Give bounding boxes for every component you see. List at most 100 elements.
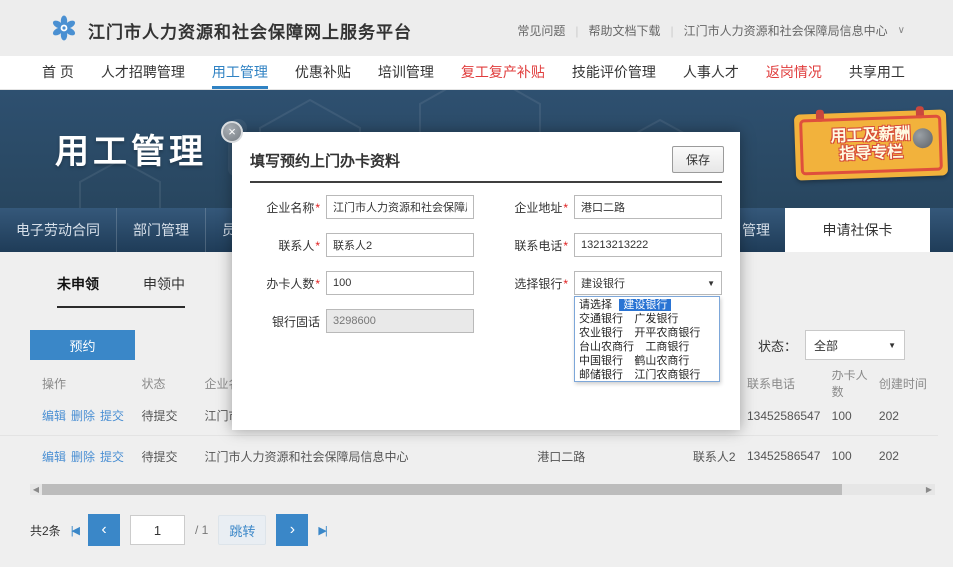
bank-select[interactable]: 建设银行 ▼ <box>574 271 722 295</box>
delete-link[interactable]: 删除 <box>71 407 95 424</box>
nav-skill-eval[interactable]: 技能评价管理 <box>572 56 656 89</box>
nav-home[interactable]: 首 页 <box>42 56 74 89</box>
required-mark: * <box>315 277 320 291</box>
company-input[interactable] <box>326 195 474 219</box>
contact-input[interactable] <box>326 233 474 257</box>
row-phone: 13452586547 <box>747 409 832 423</box>
subtab-partial[interactable]: 管理 <box>742 208 770 252</box>
page-total: / 1 <box>195 523 208 537</box>
top-links: 常见问题 | 帮助文档下载 | 江门市人力资源和社会保障局信息中心 ∨ <box>517 22 905 39</box>
required-mark: * <box>315 239 320 253</box>
col-status: 状态 <box>141 375 204 392</box>
phone-input[interactable] <box>574 233 722 257</box>
chevron-down-icon[interactable]: ∨ <box>898 25 905 36</box>
bank-select-cell: 建设银行 ▼ 请选择 建设银行 交通银行 广发银行 农业银行 开平农商银行 台山… <box>574 271 722 295</box>
faq-link[interactable]: 常见问题 <box>517 22 565 39</box>
submit-link[interactable]: 提交 <box>100 448 124 465</box>
bank-select-value: 建设银行 <box>581 275 625 291</box>
help-docs-link[interactable]: 帮助文档下载 <box>589 22 661 39</box>
nav-resume-work-subsidy[interactable]: 复工复产补贴 <box>461 56 545 89</box>
edit-link[interactable]: 编辑 <box>42 448 66 465</box>
horizontal-scrollbar[interactable]: ◀ ▶ <box>30 484 935 495</box>
required-mark: * <box>563 277 568 291</box>
pagination: 共2条 |◀ ‹ / 1 跳转 › ▶| <box>30 514 326 546</box>
app-window: 江门市人力资源和社会保障网上服务平台 常见问题 | 帮助文档下载 | 江门市人力… <box>0 0 953 567</box>
bank-option[interactable]: 中国银行 <box>575 355 627 367</box>
tab-claiming[interactable]: 申领中 <box>143 274 185 294</box>
bank-option[interactable]: 开平农商银行 <box>630 327 704 339</box>
scroll-right-icon[interactable]: ▶ <box>923 485 935 494</box>
prev-page-button[interactable]: ‹ <box>88 514 120 546</box>
bank-option[interactable]: 请选择 <box>575 299 616 311</box>
total-count: 共2条 <box>30 522 61 539</box>
bank-tel-input <box>326 309 474 333</box>
row-status: 待提交 <box>141 407 204 424</box>
nav-subsidy[interactable]: 优惠补贴 <box>295 56 351 89</box>
reserve-button[interactable]: 预约 <box>30 330 135 360</box>
contact-label: 联系人* <box>250 237 320 254</box>
col-created: 创建时间 <box>879 375 938 392</box>
next-page-button[interactable]: › <box>276 514 308 546</box>
link-separator: | <box>671 24 674 38</box>
card-count-label: 办卡人数* <box>250 275 320 292</box>
bank-option[interactable]: 农业银行 <box>575 327 627 339</box>
promo-line2: 指导专栏 <box>839 144 904 165</box>
bank-option[interactable]: 台山农商行 <box>575 341 638 353</box>
edit-link[interactable]: 编辑 <box>42 407 66 424</box>
caret-down-icon: ▼ <box>888 341 896 350</box>
first-page-icon[interactable]: |◀ <box>71 524 78 537</box>
subtab-apply-social-card[interactable]: 申请社保卡 <box>785 208 930 252</box>
save-button[interactable]: 保存 <box>672 146 724 173</box>
page-number-input[interactable] <box>130 515 185 545</box>
scroll-left-icon[interactable]: ◀ <box>30 485 42 494</box>
row-created: 202 <box>879 449 938 463</box>
nav-recruit-mgmt[interactable]: 人才招聘管理 <box>101 56 185 89</box>
jump-button[interactable]: 跳转 <box>218 515 266 545</box>
row-company: 江门市人力资源和社会保障局信息中心 <box>204 448 537 465</box>
nav-shared-employment[interactable]: 共享用工 <box>849 56 905 89</box>
delete-link[interactable]: 删除 <box>71 448 95 465</box>
salary-guide-promo-badge[interactable]: 用工及薪酬 指导专栏 <box>794 109 948 180</box>
status-select[interactable]: 全部 ▼ <box>805 330 905 360</box>
modal-form: 企业名称* 企业地址* 联系人* 联系电话* 办卡人数* 选择银行* 建设银行 … <box>250 195 722 333</box>
tab-not-claimed[interactable]: 未申领 <box>57 274 99 294</box>
nav-return-work[interactable]: 返岗情况 <box>766 56 822 89</box>
nav-employment-mgmt[interactable]: 用工管理 <box>212 56 268 89</box>
row-created: 202 <box>879 409 938 423</box>
scrollbar-thumb[interactable] <box>42 484 842 495</box>
required-mark: * <box>315 201 320 215</box>
status-filter: 状态： 全部 ▼ <box>758 330 905 360</box>
bank-option[interactable]: 广发银行 <box>630 313 682 325</box>
required-mark: * <box>563 239 568 253</box>
site-logo-icon <box>50 14 78 42</box>
bank-option[interactable]: 江门农商银行 <box>630 369 704 381</box>
submit-link[interactable]: 提交 <box>100 407 124 424</box>
address-input[interactable] <box>574 195 722 219</box>
modal-divider <box>250 181 722 183</box>
row-address: 港口二路 <box>537 448 693 465</box>
modal-header: 填写预约上门办卡资料 保存 <box>232 132 740 171</box>
bank-label: 选择银行* <box>480 275 568 292</box>
bank-option[interactable]: 邮储银行 <box>575 369 627 381</box>
caret-down-icon: ▼ <box>707 279 715 288</box>
subtab-department-mgmt[interactable]: 部门管理 <box>117 208 206 252</box>
status-select-value: 全部 <box>814 337 838 354</box>
nav-training-mgmt[interactable]: 培训管理 <box>378 56 434 89</box>
bank-option-selected[interactable]: 建设银行 <box>619 299 671 311</box>
subtab-e-labor-contract[interactable]: 电子劳动合同 <box>0 208 117 252</box>
status-filter-label: 状态： <box>758 336 797 355</box>
card-count-input[interactable] <box>326 271 474 295</box>
nav-hr-talent[interactable]: 人事人才 <box>683 56 739 89</box>
link-separator: | <box>575 24 578 38</box>
required-mark: * <box>563 201 568 215</box>
col-phone: 联系电话 <box>747 375 832 392</box>
user-org-menu[interactable]: 江门市人力资源和社会保障局信息中心 <box>684 22 888 39</box>
bank-option[interactable]: 交通银行 <box>575 313 627 325</box>
bank-option[interactable]: 鹤山农商行 <box>630 355 693 367</box>
last-page-icon[interactable]: ▶| <box>318 524 325 537</box>
row-contact: 联系人2 <box>693 448 747 465</box>
main-nav: 首 页 人才招聘管理 用工管理 优惠补贴 培训管理 复工复产补贴 技能评价管理 … <box>0 56 953 90</box>
top-header: 江门市人力资源和社会保障网上服务平台 常见问题 | 帮助文档下载 | 江门市人力… <box>0 0 953 56</box>
phone-label: 联系电话* <box>480 237 568 254</box>
bank-option[interactable]: 工商银行 <box>641 341 693 353</box>
